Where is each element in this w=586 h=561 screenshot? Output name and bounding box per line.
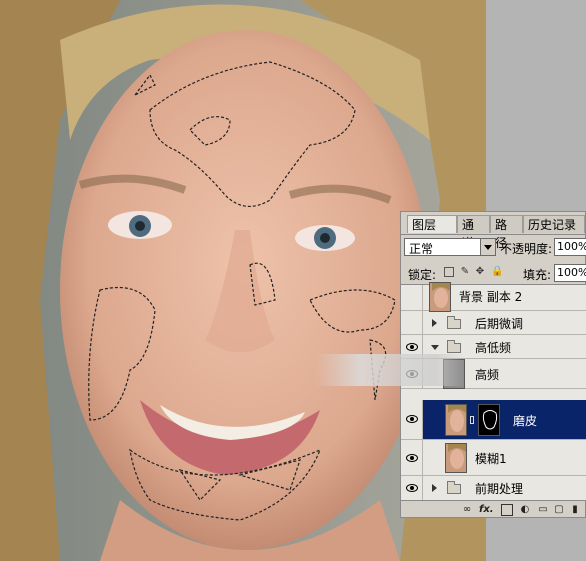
- tab-paths[interactable]: 路径: [490, 215, 523, 250]
- layer-name: 后期微调: [475, 317, 524, 331]
- blend-mode-value: 正常: [409, 242, 434, 256]
- layer-name: 高低频: [475, 341, 512, 355]
- tab-layers-label: 图层: [412, 218, 437, 232]
- layers-list: 背景 副本 2 后期微调 高低频 高频 磨皮 模糊1 前期处理: [401, 282, 586, 501]
- panel-tab-bar: 图层 × 通道 路径 历史记录: [401, 214, 586, 250]
- visibility-toggle[interactable]: [401, 285, 423, 310]
- layer-row[interactable]: 后期微调: [401, 311, 586, 335]
- visibility-toggle[interactable]: [401, 476, 423, 500]
- layer-row[interactable]: 前期处理: [401, 476, 586, 500]
- layer-row[interactable]: 模糊1: [401, 440, 586, 476]
- opacity-input[interactable]: 100%: [554, 238, 586, 256]
- opacity-label: 不透明度:: [500, 242, 553, 256]
- layers-panel: 图层 × 通道 路径 历史记录 正常 不透明度: 100% 锁定: ✎ ✥ 🔒 …: [315, 211, 586, 519]
- blend-mode-select[interactable]: 正常: [404, 238, 496, 256]
- lock-transparent-icon[interactable]: [444, 267, 454, 277]
- fill-input[interactable]: 100%: [554, 264, 586, 282]
- layer-name: 磨皮: [513, 414, 538, 428]
- visibility-toggle[interactable]: [401, 400, 423, 439]
- lock-fill-row: 锁定: ✎ ✥ 🔒 填充: 100%: [401, 262, 586, 284]
- tab-history[interactable]: 历史记录: [523, 215, 585, 233]
- collapse-icon[interactable]: [431, 345, 439, 350]
- blend-opacity-row: 正常 不透明度: 100%: [401, 236, 586, 260]
- layer-thumbnail: [429, 282, 451, 312]
- lock-paint-icon[interactable]: ✎: [460, 267, 470, 277]
- expand-icon[interactable]: [432, 319, 437, 327]
- layer-row-selected[interactable]: 磨皮: [401, 400, 586, 440]
- motion-blur-overlay: [315, 354, 465, 386]
- folder-icon: [447, 481, 461, 494]
- layer-name: 模糊1: [475, 452, 507, 466]
- fill-label: 填充:: [523, 268, 552, 282]
- new-layer-icon[interactable]: ▢: [553, 504, 565, 516]
- lock-all-icon[interactable]: 🔒: [491, 267, 503, 277]
- layer-name: 背景 副本 2: [459, 290, 523, 304]
- folder-icon: [447, 340, 461, 353]
- fx-icon[interactable]: fx.: [479, 504, 494, 516]
- tab-history-label: 历史记录: [528, 218, 577, 232]
- panel-bottom-toolbar: ∞ fx. ◐ ▭ ▢ ▮: [401, 501, 586, 519]
- adjustment-icon[interactable]: ◐: [519, 504, 531, 516]
- layer-mask-thumbnail[interactable]: [478, 404, 500, 436]
- tab-layers[interactable]: 图层 ×: [407, 215, 457, 250]
- eye-icon: [406, 484, 418, 492]
- expand-icon[interactable]: [432, 484, 437, 492]
- add-mask-icon[interactable]: [501, 504, 513, 516]
- chevron-down-icon[interactable]: [480, 239, 495, 255]
- trash-icon[interactable]: ▮: [569, 504, 581, 516]
- eye-icon: [406, 343, 418, 351]
- new-group-icon[interactable]: ▭: [537, 504, 549, 516]
- layer-thumbnail: [445, 404, 467, 436]
- layer-name: 高频: [475, 368, 500, 382]
- link-icon[interactable]: [470, 416, 474, 424]
- visibility-toggle[interactable]: [401, 311, 423, 334]
- tab-channels[interactable]: 通道: [457, 215, 490, 250]
- layer-name: 前期处理: [475, 482, 524, 496]
- layer-thumbnail: [445, 443, 467, 473]
- link-icon[interactable]: ∞: [461, 504, 473, 516]
- layer-row[interactable]: 背景 副本 2: [401, 282, 586, 312]
- eye-icon: [406, 415, 418, 423]
- eye-icon: [406, 454, 418, 462]
- visibility-toggle[interactable]: [401, 440, 423, 475]
- folder-icon: [447, 316, 461, 329]
- lock-label: 锁定:: [408, 268, 437, 282]
- lock-move-icon[interactable]: ✥: [475, 267, 485, 277]
